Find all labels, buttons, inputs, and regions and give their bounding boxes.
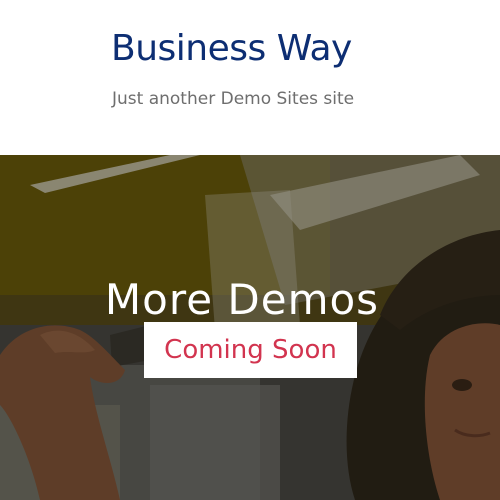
- site-header: Business Way Just another Demo Sites sit…: [0, 0, 500, 155]
- coming-soon-badge: Coming Soon: [144, 322, 357, 378]
- site-title-link[interactable]: Business Way: [111, 28, 352, 70]
- page: Business Way Just another Demo Sites sit…: [0, 0, 500, 500]
- hero-banner: More Demos Coming Soon: [0, 155, 500, 500]
- coming-soon-label: Coming Soon: [164, 335, 337, 365]
- hero-heading: More Demos: [104, 275, 380, 325]
- site-tagline: Just another Demo Sites site: [112, 89, 355, 109]
